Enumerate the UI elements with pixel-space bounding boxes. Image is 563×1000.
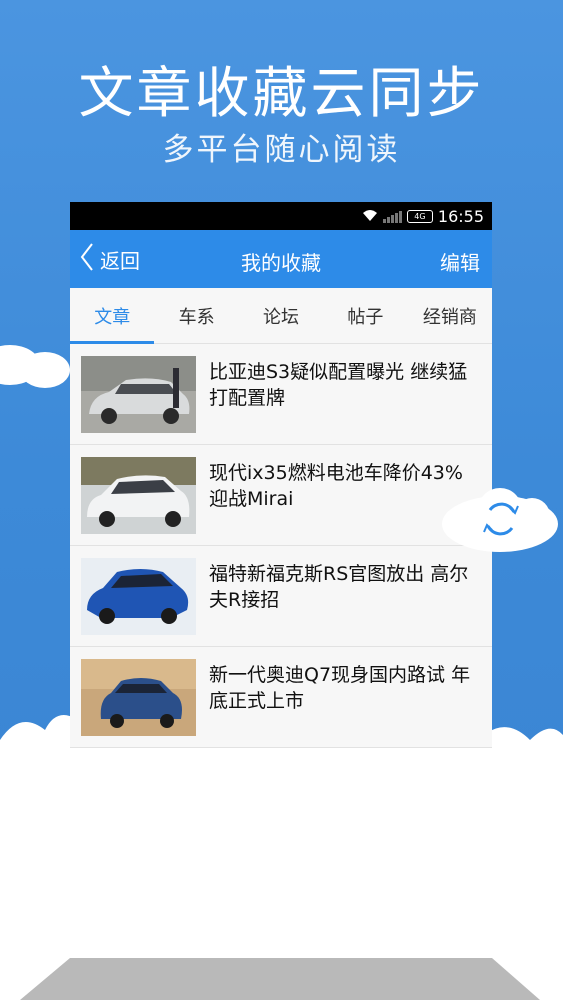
article-title: 现代ix35燃料电池车降价43% 迎战Mirai [209,462,463,510]
silver-suv-icon [81,356,196,433]
phone-mockup: 4G 16:55 返回 我的收藏 编辑 文章 车系 论坛 帖子 经销商 比亚迪S… [70,202,492,962]
list-item[interactable]: 比亚迪S3疑似配置曝光 继续猛打配置牌 [70,344,492,445]
tab-articles[interactable]: 文章 [70,288,155,344]
tab-bar: 文章 车系 论坛 帖子 经销商 [70,288,492,344]
tab-dealers[interactable]: 经销商 [408,288,492,343]
page-title: 我的收藏 [241,251,321,275]
tab-forum[interactable]: 论坛 [239,288,323,343]
edit-button[interactable]: 编辑 [440,247,480,276]
bottom-base [20,958,540,1000]
battery-icon: 4G [406,209,433,223]
signal-icon [382,210,402,223]
clock: 16:55 [437,206,484,226]
battery-label: 4G [414,211,426,221]
white-suv-icon [81,457,196,534]
blue-audi-suv-icon [81,659,196,736]
nav-bar: 返回 我的收藏 编辑 [70,230,492,288]
tab-posts[interactable]: 帖子 [323,288,407,343]
sync-cloud-icon [442,488,558,552]
article-title: 福特新福克斯RS官图放出 高尔夫R接招 [209,563,469,611]
status-bar: 4G 16:55 [70,202,492,230]
tab-series[interactable]: 车系 [154,288,238,343]
hero-title: 文章收藏云同步 [78,61,485,125]
article-title: 比亚迪S3疑似配置曝光 继续猛打配置牌 [209,361,468,409]
list-item[interactable]: 福特新福克斯RS官图放出 高尔夫R接招 [70,546,492,647]
blue-hatchback-icon [81,558,196,635]
hero-subtitle: 多平台随心阅读 [162,132,401,168]
list-item[interactable]: 新一代奥迪Q7现身国内路试 年底正式上市 [70,647,492,748]
article-title: 新一代奥迪Q7现身国内路试 年底正式上市 [209,664,471,712]
cloud-left-2 [20,352,70,388]
article-list: 比亚迪S3疑似配置曝光 继续猛打配置牌 现代ix35燃料电池车降价43% 迎战M… [70,344,492,748]
wifi-icon [362,207,378,226]
list-item[interactable]: 现代ix35燃料电池车降价43% 迎战Mirai [70,445,492,546]
